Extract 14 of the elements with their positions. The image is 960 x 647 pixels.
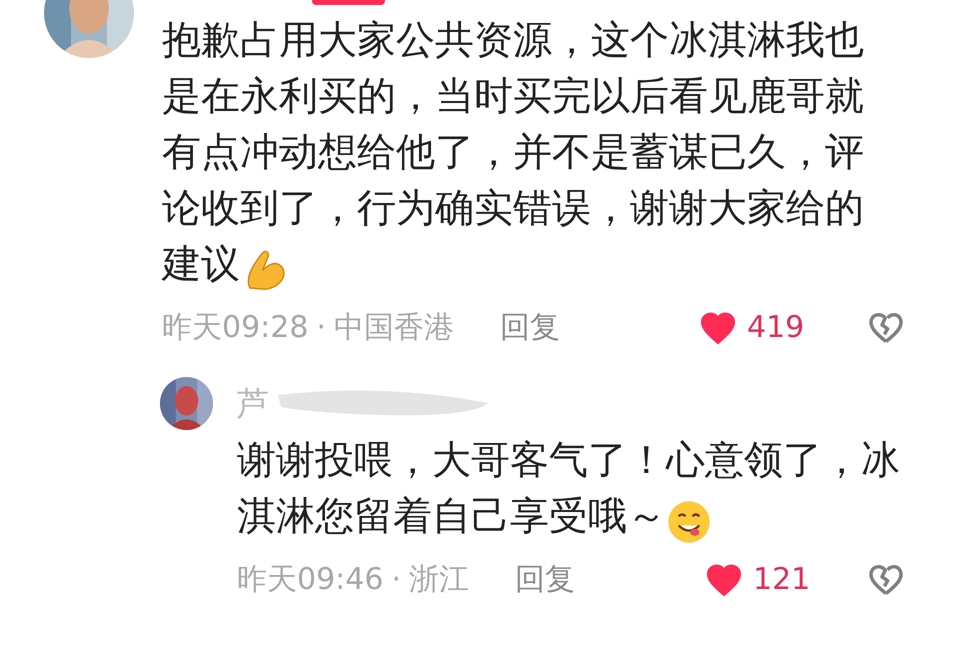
comment-text: 抱歉占用大家公共资源，这个冰淇淋我也是在永利买的，当时买完以后看见鹿哥就有点冲动想给他了，并不是蓄谋已久，评论收到了，行为确实错误，谢谢大家给的建议 (162, 13, 892, 293)
comment-location: 浙江 (409, 565, 470, 595)
comment-location: 中国香港 (334, 313, 454, 343)
grinning-face-icon (666, 499, 712, 545)
separator-dot: · (316, 313, 326, 343)
comment-time: 昨天09:46 (237, 565, 384, 595)
reply-link[interactable]: 回复 (515, 565, 576, 595)
reply-text: 谢谢投喂，大哥客气了！心意领了，冰淇淋您留着自己享受哦～ (237, 433, 927, 545)
like-count: 419 (747, 313, 804, 343)
reply-link[interactable]: 回复 (500, 313, 560, 343)
reply-username: 芦 (237, 383, 269, 424)
comment-time: 昨天09:28 (162, 313, 308, 343)
separator-dot: · (391, 565, 402, 595)
like-count: 121 (753, 565, 810, 595)
